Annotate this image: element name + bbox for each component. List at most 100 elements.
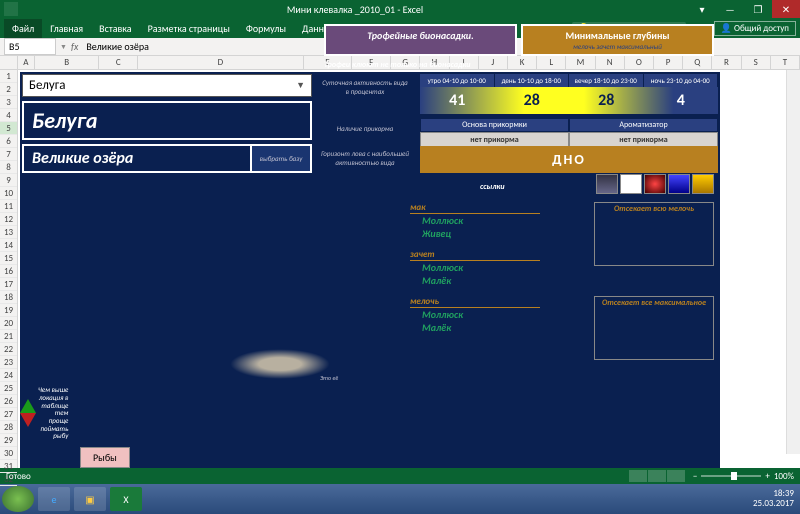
row-header-10[interactable]: 10: [0, 187, 17, 200]
filter-maximum-body: [595, 309, 713, 359]
link-icon-1[interactable]: [596, 174, 618, 194]
activity-evening: 28: [569, 87, 644, 114]
zoom-out-button[interactable]: −: [693, 471, 697, 482]
minimize-button[interactable]: —: [716, 0, 744, 18]
horizon-label: Горизонт лова с наибольшей активностью в…: [320, 149, 410, 167]
share-button[interactable]: 👤 Общий доступ: [714, 21, 796, 36]
row-header-21[interactable]: 21: [0, 330, 17, 343]
row-header-25[interactable]: 25: [0, 382, 17, 395]
view-layout-button[interactable]: [648, 470, 666, 482]
row-header-28[interactable]: 28: [0, 421, 17, 434]
min-depths-title: Минимальные глубины: [526, 29, 709, 42]
column-header-P[interactable]: P: [654, 56, 683, 69]
bait-header-aroma: Ароматизатор: [569, 118, 718, 132]
column-header-K[interactable]: K: [508, 56, 537, 69]
row-header-8[interactable]: 8: [0, 161, 17, 174]
link-icon-2[interactable]: [620, 174, 642, 194]
restore-button[interactable]: ❐: [744, 0, 772, 18]
taskbar-excel[interactable]: X: [110, 487, 142, 511]
column-header-Q[interactable]: Q: [683, 56, 712, 69]
row-header-19[interactable]: 19: [0, 304, 17, 317]
worksheet-grid[interactable]: Белуга ▼ Белуга Великие озёра выбрать ба…: [18, 70, 800, 468]
row-header-16[interactable]: 16: [0, 265, 17, 278]
row-header-27[interactable]: 27: [0, 408, 17, 421]
column-header-R[interactable]: R: [712, 56, 741, 69]
row-header-1[interactable]: 1: [0, 70, 17, 83]
row-header-7[interactable]: 7: [0, 148, 17, 161]
view-pagebreak-button[interactable]: [667, 470, 685, 482]
taskbar-explorer[interactable]: ▣: [74, 487, 106, 511]
row-header-24[interactable]: 24: [0, 369, 17, 382]
row-header-23[interactable]: 23: [0, 356, 17, 369]
filter-smallfry-body: [595, 215, 713, 265]
fish-tab-button[interactable]: Рыбы: [80, 447, 130, 468]
row-header-29[interactable]: 29: [0, 434, 17, 447]
select-all-corner[interactable]: [0, 56, 18, 69]
row-headers: 1234567891011121314151617181920212223242…: [0, 70, 18, 468]
fish-dropdown-value: Белуга: [29, 78, 65, 93]
filter-smallfry: Отсекает всю мелочь: [594, 202, 714, 266]
row-header-17[interactable]: 17: [0, 278, 17, 291]
column-header-A[interactable]: A: [18, 56, 36, 69]
link-icon-3[interactable]: [644, 174, 666, 194]
fx-button[interactable]: fx: [67, 40, 82, 53]
column-header-T[interactable]: T: [771, 56, 800, 69]
time-header-night: ночь 23-10 до 04-00: [644, 74, 719, 87]
row-header-18[interactable]: 18: [0, 291, 17, 304]
link-icon-4[interactable]: [668, 174, 690, 194]
fish-dropdown[interactable]: Белуга ▼: [22, 74, 312, 97]
tab-home[interactable]: Главная: [42, 19, 91, 38]
taskbar-ie[interactable]: e: [38, 487, 70, 511]
view-normal-button[interactable]: [629, 470, 647, 482]
start-button[interactable]: [2, 486, 34, 512]
row-header-30[interactable]: 30: [0, 447, 17, 460]
column-header-O[interactable]: O: [625, 56, 654, 69]
column-header-D[interactable]: D: [138, 56, 303, 69]
namebox-dropdown-icon[interactable]: ▼: [60, 42, 67, 51]
time-header-evening: вечер 18-10 до 23-00: [569, 74, 644, 87]
column-header-S[interactable]: S: [742, 56, 771, 69]
column-header-L[interactable]: L: [537, 56, 566, 69]
column-header-N[interactable]: N: [596, 56, 625, 69]
row-header-11[interactable]: 11: [0, 200, 17, 213]
zoom-in-button[interactable]: +: [765, 471, 769, 482]
zachet-item-1: Моллюск: [410, 261, 540, 274]
window-buttons: ▾ — ❐ ✕: [688, 0, 800, 18]
row-header-3[interactable]: 3: [0, 96, 17, 109]
section-mak: мак Моллюск Живец: [410, 202, 540, 240]
tab-formulas[interactable]: Формулы: [238, 19, 294, 38]
activity-time-grid: утро 04-10 до 10-00 день 10-10 до 18-00 …: [420, 74, 718, 114]
column-header-J[interactable]: J: [479, 56, 508, 69]
tab-layout[interactable]: Разметка страницы: [140, 19, 238, 38]
vertical-scrollbar[interactable]: [786, 70, 800, 454]
status-ready: Готово: [6, 471, 31, 482]
row-header-26[interactable]: 26: [0, 395, 17, 408]
bait-presence-label: Наличие прикорма: [320, 124, 410, 133]
tab-insert[interactable]: Вставка: [91, 19, 139, 38]
row-header-15[interactable]: 15: [0, 252, 17, 265]
trophy-icon[interactable]: [692, 174, 714, 194]
row-header-6[interactable]: 6: [0, 135, 17, 148]
system-tray[interactable]: 18:39 25.03.2017: [753, 489, 798, 509]
filter-smallfry-title: Отсекает всю мелочь: [595, 203, 713, 215]
row-header-5[interactable]: 5: [0, 122, 17, 135]
row-header-9[interactable]: 9: [0, 174, 17, 187]
zoom-slider[interactable]: [701, 475, 761, 477]
ribbon-options-button[interactable]: ▾: [688, 0, 716, 18]
row-header-4[interactable]: 4: [0, 109, 17, 122]
column-header-C[interactable]: C: [99, 56, 138, 69]
column-header-M[interactable]: M: [566, 56, 595, 69]
row-header-14[interactable]: 14: [0, 239, 17, 252]
tab-file[interactable]: Файл: [4, 19, 42, 38]
choose-base-button[interactable]: выбрать базу: [252, 144, 312, 173]
share-label: Общий доступ: [734, 23, 789, 34]
row-header-13[interactable]: 13: [0, 226, 17, 239]
row-header-20[interactable]: 20: [0, 317, 17, 330]
row-header-2[interactable]: 2: [0, 83, 17, 96]
column-header-B[interactable]: B: [35, 56, 99, 69]
row-header-12[interactable]: 12: [0, 213, 17, 226]
close-button[interactable]: ✕: [772, 0, 800, 18]
name-box[interactable]: B5: [4, 38, 56, 55]
arrow-up-icon: [20, 399, 36, 413]
row-header-22[interactable]: 22: [0, 343, 17, 356]
